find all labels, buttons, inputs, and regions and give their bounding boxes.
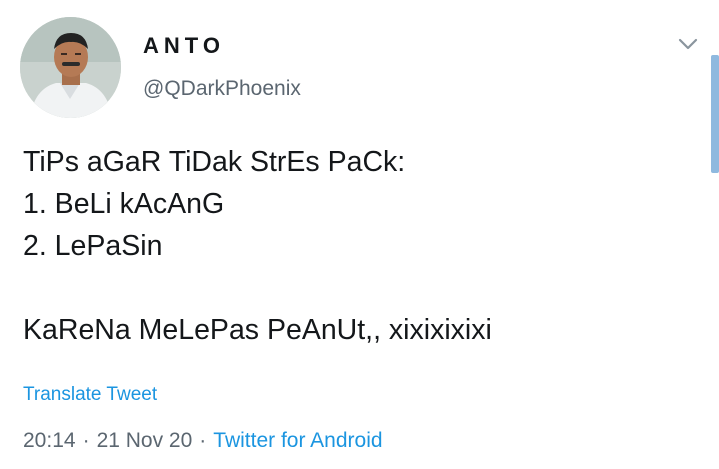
meta-separator: ·	[82, 429, 90, 452]
tweet-line: KaReNa MeLePas PeAnUt,, xixixixixi	[23, 314, 492, 346]
tweet-time[interactable]: 20:14	[23, 429, 76, 452]
tweet-line: 2. LePaSin	[23, 230, 163, 262]
avatar[interactable]	[20, 17, 121, 118]
display-name[interactable]: ANTO	[143, 33, 225, 59]
tweet-meta: 20:14 · 21 Nov 20 · Twitter for Android	[23, 429, 383, 453]
tweet-text: TiPs aGaR TiDak StrEs PaCk: 1. BeLi kAcA…	[23, 141, 693, 351]
tweet-line: TiPs aGaR TiDak StrEs PaCk:	[23, 146, 406, 178]
profile-photo-icon	[20, 17, 121, 118]
tweet-date[interactable]: 21 Nov 20	[97, 429, 193, 452]
tweet-card: ANTO @QDarkPhoenix TiPs aGaR TiDak StrEs…	[0, 0, 719, 469]
tweet-source-link[interactable]: Twitter for Android	[213, 429, 382, 452]
scrollbar[interactable]	[711, 55, 719, 173]
translate-tweet-link[interactable]: Translate Tweet	[23, 384, 157, 406]
chevron-down-icon[interactable]	[676, 32, 700, 56]
user-handle[interactable]: @QDarkPhoenix	[143, 77, 301, 101]
tweet-line: 1. BeLi kAcAnG	[23, 188, 225, 220]
meta-separator: ·	[199, 429, 207, 452]
